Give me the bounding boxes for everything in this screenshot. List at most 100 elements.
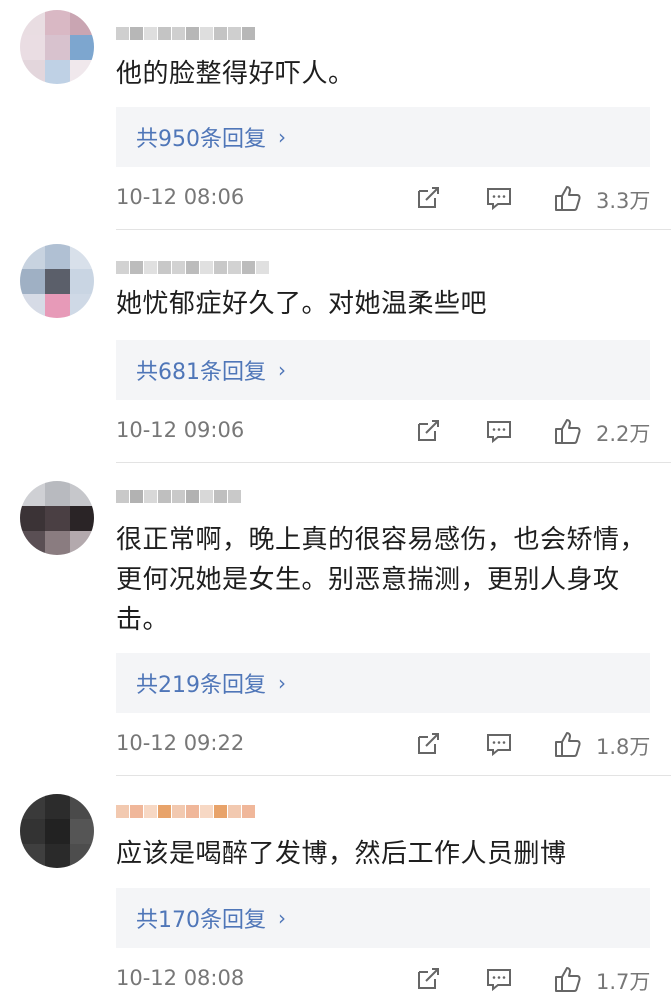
username-pixel — [228, 489, 241, 503]
avatar-pixel — [20, 481, 45, 506]
comment-footer: 10-12 08:08 1.7万 — [0, 962, 671, 998]
comment-footer: 10-12 09:06 2.2万 — [0, 414, 671, 450]
username-pixel — [186, 804, 199, 818]
avatar-pixel — [70, 844, 94, 868]
like-count: 1.7万 — [596, 970, 651, 994]
like-count: 1.8万 — [596, 735, 651, 759]
avatar[interactable] — [20, 794, 94, 868]
view-replies-button[interactable]: 共950条回复 › — [116, 107, 650, 167]
username-pixel — [228, 26, 241, 40]
thumbs-up-icon[interactable] — [553, 183, 583, 213]
avatar-pixel — [70, 60, 94, 84]
avatar-pixel — [45, 244, 70, 269]
username-pixel — [116, 489, 129, 503]
avatar-pixel — [20, 294, 45, 318]
username-pixel — [116, 260, 129, 274]
replies-count-label: 共170条回复 — [136, 908, 266, 933]
avatar-pixel — [70, 481, 94, 506]
username-pixel — [130, 804, 143, 818]
avatar-pixel — [70, 35, 94, 60]
username-pixel — [200, 260, 213, 274]
username-pixel — [144, 804, 157, 818]
avatar-pixel — [20, 269, 45, 294]
avatar-pixel — [20, 844, 45, 868]
view-replies-button[interactable]: 共681条回复 › — [116, 340, 650, 400]
avatar-pixel — [20, 60, 45, 84]
comment-item: 很正常啊，晚上真的很容易感伤，也会矫情，更何况她是女生。别恶意揣测，更别人身攻击… — [0, 463, 671, 776]
replies-count-label: 共219条回复 — [136, 673, 266, 698]
avatar-pixel — [70, 269, 94, 294]
username-pixel — [172, 260, 185, 274]
username-blurred[interactable] — [116, 485, 242, 507]
username-pixel — [186, 489, 199, 503]
comment-item: 应该是喝醉了发博，然后工作人员删博 共170条回复 › 10-12 08:08 … — [0, 776, 671, 1000]
avatar-pixel — [70, 819, 94, 844]
comment-text: 应该是喝醉了发博，然后工作人员删博 — [116, 839, 567, 869]
username-pixel — [130, 26, 143, 40]
username-pixel — [214, 804, 227, 818]
view-replies-button[interactable]: 共219条回复 › — [116, 653, 650, 713]
username-pixel — [228, 804, 241, 818]
avatar-pixel — [20, 35, 45, 60]
replies-count-label: 共950条回复 — [136, 127, 266, 152]
username-pixel — [130, 489, 143, 503]
username-blurred[interactable] — [116, 22, 256, 44]
share-icon[interactable] — [413, 964, 443, 994]
timestamp: 10-12 09:06 — [116, 418, 245, 442]
comment-footer: 10-12 08:06 3.3万 — [0, 181, 671, 217]
username-blurred[interactable] — [116, 800, 256, 822]
username-pixel — [130, 260, 143, 274]
view-replies-button[interactable]: 共170条回复 › — [116, 888, 650, 948]
comment-icon[interactable] — [484, 964, 514, 994]
username-pixel — [200, 489, 213, 503]
username-pixel — [256, 260, 269, 274]
chevron-right-icon: › — [278, 906, 286, 930]
timestamp: 10-12 08:06 — [116, 185, 245, 209]
username-pixel — [158, 804, 171, 818]
avatar-pixel — [45, 844, 70, 868]
avatar[interactable] — [20, 10, 94, 84]
username-pixel — [200, 804, 213, 818]
avatar-pixel — [70, 506, 94, 531]
timestamp: 10-12 08:08 — [116, 966, 245, 990]
avatar-pixel — [70, 10, 94, 35]
share-icon[interactable] — [413, 729, 443, 759]
avatar-pixel — [20, 819, 45, 844]
avatar-pixel — [45, 506, 70, 531]
username-pixel — [242, 804, 255, 818]
username-pixel — [116, 804, 129, 818]
like-count: 2.2万 — [596, 422, 651, 446]
username-pixel — [144, 260, 157, 274]
thumbs-up-icon[interactable] — [553, 416, 583, 446]
share-icon[interactable] — [413, 183, 443, 213]
avatar-pixel — [20, 531, 45, 555]
username-pixel — [242, 260, 255, 274]
avatar-pixel — [45, 60, 70, 84]
username-pixel — [214, 260, 227, 274]
avatar-pixel — [45, 10, 70, 35]
avatar-pixel — [45, 35, 70, 60]
avatar-pixel — [45, 794, 70, 819]
username-pixel — [200, 26, 213, 40]
replies-count-label: 共681条回复 — [136, 360, 266, 385]
share-icon[interactable] — [413, 416, 443, 446]
avatar-pixel — [70, 294, 94, 318]
comment-icon[interactable] — [484, 729, 514, 759]
username-pixel — [158, 260, 171, 274]
comment-icon[interactable] — [484, 183, 514, 213]
avatar[interactable] — [20, 244, 94, 318]
thumbs-up-icon[interactable] — [553, 964, 583, 994]
username-blurred[interactable] — [116, 256, 270, 278]
comment-text: 很正常啊，晚上真的很容易感伤，也会矫情，更何况她是女生。别恶意揣测，更别人身攻击… — [116, 525, 647, 635]
comment-item: 她忧郁症好久了。对她温柔些吧 共681条回复 › 10-12 09:06 2.2… — [0, 230, 671, 463]
chevron-right-icon: › — [278, 358, 286, 382]
username-pixel — [214, 26, 227, 40]
avatar-pixel — [20, 244, 45, 269]
avatar[interactable] — [20, 481, 94, 555]
username-pixel — [158, 26, 171, 40]
username-pixel — [228, 260, 241, 274]
avatar-pixel — [45, 481, 70, 506]
thumbs-up-icon[interactable] — [553, 729, 583, 759]
comment-icon[interactable] — [484, 416, 514, 446]
avatar-pixel — [45, 819, 70, 844]
